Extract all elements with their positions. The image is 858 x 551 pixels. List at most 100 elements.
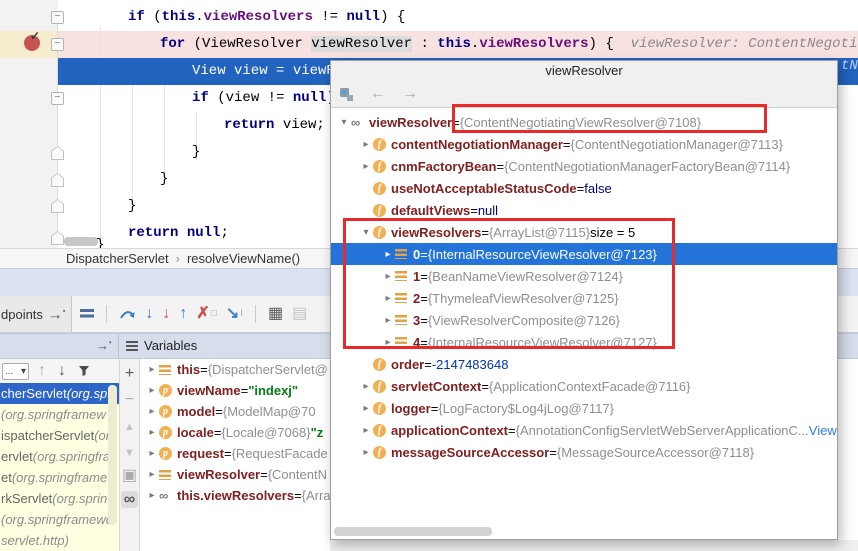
tree-row-viewResolver[interactable]: ▾∞viewResolver = {ContentNegotiatingView… <box>331 111 837 133</box>
chevron-closed-icon[interactable]: ▸ <box>381 337 395 348</box>
breadcrumb-item[interactable]: resolveViewName() <box>187 251 300 266</box>
frame-package: (org.springframe <box>12 470 107 485</box>
fold-marker-icon[interactable]: − <box>51 92 64 105</box>
step-into-icon[interactable]: ↓ <box>145 306 153 322</box>
chevron-closed-icon[interactable]: ▸ <box>359 139 373 150</box>
chevron-closed-icon[interactable]: ▸ <box>145 427 159 438</box>
tree-row-servletContext[interactable]: ▸fservletContext = {ApplicationContextFa… <box>331 375 837 397</box>
breakpoint-icon[interactable] <box>24 35 40 51</box>
tree-row-applicationContext[interactable]: ▸fapplicationContext = {AnnotationConfig… <box>331 419 837 441</box>
inspect-icon[interactable] <box>339 87 354 102</box>
stack-frame-row[interactable]: ispatcherServlet (or <box>0 425 119 446</box>
filter-icon[interactable] <box>78 365 90 377</box>
chevron-closed-icon[interactable]: ▸ <box>145 385 159 396</box>
copy-icon[interactable]: ▣ <box>120 467 139 484</box>
chevron-closed-icon[interactable]: ▸ <box>359 447 373 458</box>
layout-icon[interactable]: ▤ <box>292 306 307 322</box>
tree-row-contentNegotiationManager[interactable]: ▸fcontentNegotiationManager = {ContentNe… <box>331 133 837 155</box>
forward-icon[interactable]: → <box>402 86 418 102</box>
chevron-open-icon[interactable]: ▾ <box>359 227 373 238</box>
variable-name: cnmFactoryBean <box>391 159 496 174</box>
chevron-closed-icon[interactable]: ▸ <box>145 490 159 501</box>
stack-frame-row[interactable]: (org.springframew <box>0 404 119 425</box>
tree-row-0[interactable]: ▸0 = {InternalResourceViewResolver@7123} <box>331 243 837 265</box>
field-icon: f <box>373 424 391 437</box>
code-token: } <box>160 171 168 187</box>
back-icon[interactable]: ← <box>370 86 386 102</box>
code-line-2: for (ViewResolver viewResolver : this.vi… <box>160 31 858 58</box>
frame-class: et <box>1 470 12 485</box>
chevron-closed-icon[interactable]: ▸ <box>359 381 373 392</box>
down-icon[interactable]: ↓ <box>58 363 66 379</box>
move-up-icon[interactable]: ▲ <box>120 417 139 435</box>
chevron-closed-icon[interactable]: ▸ <box>381 249 395 260</box>
hamburger-icon[interactable] <box>80 309 94 320</box>
equals-sign: = <box>563 137 571 152</box>
breadcrumb-item[interactable]: DispatcherServlet <box>66 251 169 266</box>
tree-row-3[interactable]: ▸3 = {ViewResolverComposite@7126} <box>331 309 837 331</box>
drop-frame-icon[interactable]: ✗□ <box>196 306 216 322</box>
tree-row-viewResolvers[interactable]: ▾fviewResolvers = {ArrayList@7115} size … <box>331 221 837 243</box>
up-icon[interactable]: ↑ <box>38 363 46 379</box>
editor-hscrollbar-thumb[interactable] <box>64 237 98 246</box>
chevron-closed-icon[interactable]: ▸ <box>145 406 159 417</box>
chevron-closed-icon[interactable]: ▸ <box>359 425 373 436</box>
chevron-closed-icon[interactable]: ▸ <box>145 469 159 480</box>
tree-row-cnmFactoryBean[interactable]: ▸fcnmFactoryBean = {ContentNegotiationMa… <box>331 155 837 177</box>
equals-sign: = <box>577 181 585 196</box>
stack-frame-row[interactable]: et (org.springframe <box>0 467 119 488</box>
item-icon <box>159 365 177 375</box>
stack-frame-row[interactable]: (org.springframewo <box>0 509 119 530</box>
toolbar-separator <box>106 305 107 323</box>
tree-row-1[interactable]: ▸1 = {BeanNameViewResolver@7124} <box>331 265 837 287</box>
stack-frame-row[interactable]: rkServlet (org.sprin <box>0 488 119 509</box>
variable-name: viewResolver <box>369 115 452 130</box>
chevron-closed-icon[interactable]: ▸ <box>359 403 373 414</box>
step-over-icon[interactable] <box>119 308 136 321</box>
chevron-closed-icon[interactable]: ▸ <box>359 161 373 172</box>
tree-row-4[interactable]: ▸4 = {InternalResourceViewResolver@7127} <box>331 331 837 353</box>
force-step-into-icon[interactable]: ↓ <box>162 306 170 322</box>
remove-icon[interactable]: − <box>120 391 139 408</box>
popup-variable-tree[interactable]: ▾∞viewResolver = {ContentNegotiatingView… <box>331 111 837 525</box>
frames-scrollbar-thumb[interactable] <box>108 385 117 525</box>
chevron-closed-icon[interactable]: ▸ <box>381 271 395 282</box>
move-down-icon[interactable]: ▼ <box>120 443 139 461</box>
tree-row-2[interactable]: ▸2 = {ThymeleafViewResolver@7125} <box>331 287 837 309</box>
field-icon: f <box>373 402 391 415</box>
popup-hscrollbar-thumb[interactable] <box>334 527 492 536</box>
fold-marker-icon[interactable]: − <box>51 38 64 51</box>
chevron-closed-icon[interactable]: ▸ <box>145 448 159 459</box>
variable-value: "indexj" <box>248 383 298 398</box>
breakpoints-chip-label: dpoints <box>1 307 43 322</box>
view-link[interactable]: View <box>809 423 837 438</box>
variable-name: viewResolvers <box>391 225 481 240</box>
evaluate-icon[interactable]: ▦ <box>268 306 283 322</box>
run-to-cursor-icon[interactable]: ↘I <box>226 306 243 322</box>
frames-list[interactable]: cherServlet (org.sp.(org.springframewisp… <box>0 383 119 551</box>
status-strip <box>330 540 858 551</box>
thread-selector[interactable]: ...▾ <box>2 363 29 380</box>
chevron-closed-icon[interactable]: ▸ <box>381 293 395 304</box>
tree-row-defaultViews[interactable]: fdefaultViews = null <box>331 199 837 221</box>
viewresolver-popup[interactable]: viewResolver ← → ▾∞viewResolver = {Conten… <box>330 60 838 540</box>
stack-frame-row[interactable]: ervlet (org.springfra <box>0 446 119 467</box>
watch-icon[interactable]: ∞ <box>121 491 138 508</box>
tree-row-messageSourceAccessor[interactable]: ▸fmessageSourceAccessor = {MessageSource… <box>331 441 837 463</box>
stack-frame-row[interactable]: servlet.http) <box>0 530 119 551</box>
tree-row-order[interactable]: forder = -2147483648 <box>331 353 837 375</box>
tree-row-useNotAcceptableStatusCode[interactable]: fuseNotAcceptableStatusCode = false <box>331 177 837 199</box>
code-token: return <box>128 225 178 241</box>
chevron-open-icon[interactable]: ▾ <box>337 117 351 128</box>
fold-marker-icon[interactable]: − <box>51 11 64 24</box>
breakpoints-chip[interactable]: dpoints →▪ <box>0 296 72 332</box>
add-icon[interactable]: + <box>120 365 139 382</box>
stack-frame-row[interactable]: cherServlet (org.sp. <box>0 383 119 404</box>
chevron-closed-icon[interactable]: ▸ <box>381 315 395 326</box>
step-out-icon[interactable]: ↑ <box>179 306 187 322</box>
equals-sign: = <box>452 115 460 130</box>
chevron-closed-icon[interactable]: ▸ <box>145 364 159 375</box>
variable-value: {AnnotationConfigServletWebServerApplica… <box>516 423 809 438</box>
tree-row-logger[interactable]: ▸flogger = {LogFactory$Log4jLog@7117} <box>331 397 837 419</box>
pin-icon[interactable]: →▪ <box>96 338 111 353</box>
